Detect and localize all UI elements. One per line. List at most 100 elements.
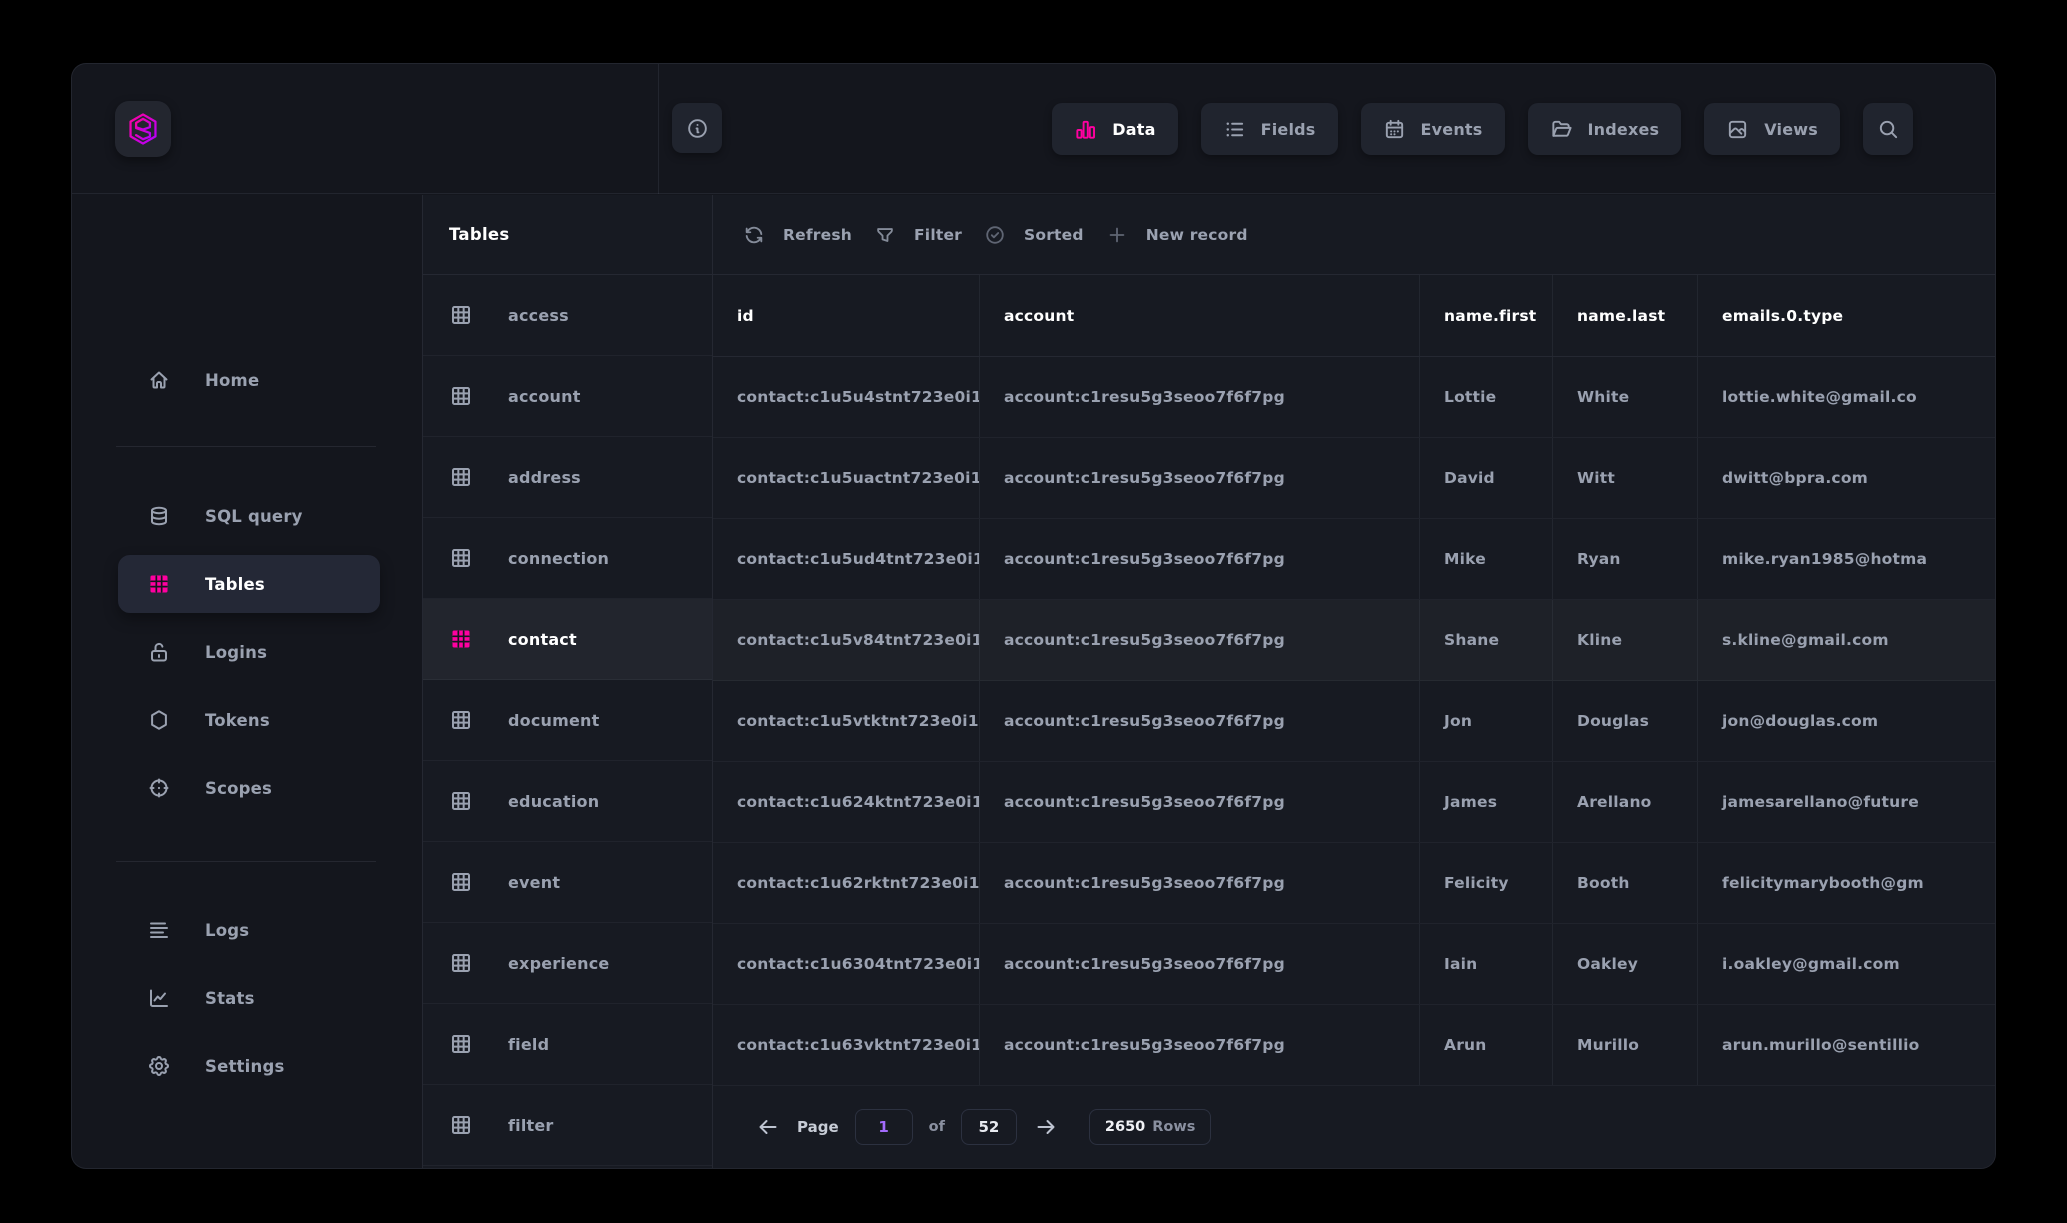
table-list-item-address[interactable]: address — [423, 437, 712, 518]
record-cell[interactable]: account:c1resu5g3seoo7f6f7pg — [980, 843, 1420, 923]
record-row[interactable]: contact:c1u5uactnt723e0i13lgaccount:c1re… — [713, 438, 1995, 519]
record-cell[interactable]: White — [1553, 357, 1698, 437]
search-button[interactable] — [1863, 103, 1913, 155]
record-cell[interactable]: Lottie — [1420, 357, 1553, 437]
table-list-item-access[interactable]: access — [423, 275, 712, 356]
grid-rows: contact:c1u5u4stnt723e0i13egaccount:c1re… — [713, 357, 1995, 1086]
record-cell[interactable]: contact:c1u62rktnt723e0i15gg — [713, 843, 980, 923]
tab-events[interactable]: Events — [1361, 103, 1505, 155]
record-row[interactable]: contact:c1u624ktnt723e0i157gaccount:c1re… — [713, 762, 1995, 843]
sidebar-item-tables[interactable]: Tables — [118, 555, 380, 613]
record-cell[interactable]: Douglas — [1553, 681, 1698, 761]
tab-fields[interactable]: Fields — [1201, 103, 1338, 155]
record-cell[interactable]: account:c1resu5g3seoo7f6f7pg — [980, 438, 1420, 518]
record-cell[interactable]: mike.ryan1985@hotma — [1698, 519, 1995, 599]
record-cell[interactable]: Jon — [1420, 681, 1553, 761]
record-cell[interactable]: contact:c1u5vtktnt723e0i14pg — [713, 681, 980, 761]
record-cell[interactable]: account:c1resu5g3seoo7f6f7pg — [980, 924, 1420, 1004]
column-header-emails.0.type: emails.0.type — [1698, 275, 1995, 356]
record-cell[interactable]: account:c1resu5g3seoo7f6f7pg — [980, 600, 1420, 680]
record-cell[interactable]: account:c1resu5g3seoo7f6f7pg — [980, 357, 1420, 437]
record-row[interactable]: contact:c1u5u4stnt723e0i13egaccount:c1re… — [713, 357, 1995, 438]
record-cell[interactable]: Ryan — [1553, 519, 1698, 599]
record-cell[interactable]: contact:c1u5ud4tnt723e0i1400 — [713, 519, 980, 599]
record-cell[interactable]: Arun — [1420, 1005, 1553, 1085]
row-count-label: Rows — [1152, 1119, 1195, 1135]
record-cell[interactable]: contact:c1u5u4stnt723e0i13eg — [713, 357, 980, 437]
table-list-item-account[interactable]: account — [423, 356, 712, 437]
sidebar-divider — [116, 861, 376, 862]
table-list-item-field[interactable]: field — [423, 1004, 712, 1085]
page-number-input[interactable]: 1 — [855, 1109, 913, 1145]
record-cell[interactable]: felicitymarybooth@gm — [1698, 843, 1995, 923]
record-cell[interactable]: Oakley — [1553, 924, 1698, 1004]
record-cell[interactable]: i.oakley@gmail.com — [1698, 924, 1995, 1004]
record-row[interactable]: contact:c1u5ud4tnt723e0i1400account:c1re… — [713, 519, 1995, 600]
record-cell[interactable]: contact:c1u624ktnt723e0i157g — [713, 762, 980, 842]
sidebar-item-logins[interactable]: Logins — [118, 623, 380, 681]
record-cell[interactable]: Mike — [1420, 519, 1553, 599]
table-name: address — [508, 468, 581, 487]
toolbar-filter-button[interactable]: Filter — [874, 224, 962, 246]
record-cell[interactable]: Booth — [1553, 843, 1698, 923]
record-cell[interactable]: s.kline@gmail.com — [1698, 600, 1995, 680]
record-row[interactable]: contact:c1u5v84tnt723e0i14bgaccount:c1re… — [713, 600, 1995, 681]
record-cell[interactable]: account:c1resu5g3seoo7f6f7pg — [980, 762, 1420, 842]
table-list-item-document[interactable]: document — [423, 680, 712, 761]
next-page-button[interactable] — [1033, 1114, 1059, 1140]
record-cell[interactable]: dwitt@bpra.com — [1698, 438, 1995, 518]
record-cell[interactable]: jamesarellano@future — [1698, 762, 1995, 842]
sidebar-item-settings[interactable]: Settings — [118, 1037, 380, 1095]
record-cell[interactable]: Shane — [1420, 600, 1553, 680]
table-list-item-education[interactable]: education — [423, 761, 712, 842]
record-cell[interactable]: Iain — [1420, 924, 1553, 1004]
record-row[interactable]: contact:c1u6304tnt723e0i15ogaccount:c1re… — [713, 924, 1995, 1005]
search-icon — [1877, 118, 1900, 141]
toolbar-refresh-button[interactable]: Refresh — [743, 224, 852, 246]
table-list-item-connection[interactable]: connection — [423, 518, 712, 599]
table-list-item-contact[interactable]: contact — [423, 599, 712, 680]
record-cell[interactable]: David — [1420, 438, 1553, 518]
record-cell[interactable]: Felicity — [1420, 843, 1553, 923]
app-logo[interactable] — [115, 101, 171, 157]
record-cell[interactable]: James — [1420, 762, 1553, 842]
record-cell[interactable]: Murillo — [1553, 1005, 1698, 1085]
target-icon — [147, 776, 171, 800]
record-row[interactable]: contact:c1u62rktnt723e0i15ggaccount:c1re… — [713, 843, 1995, 924]
sidebar-item-tokens[interactable]: Tokens — [118, 691, 380, 749]
record-cell[interactable]: contact:c1u5v84tnt723e0i14bg — [713, 600, 980, 680]
table-list-item-filter[interactable]: filter — [423, 1085, 712, 1166]
list-icon — [1223, 118, 1246, 141]
sidebar-item-home[interactable]: Home — [118, 351, 380, 409]
record-cell[interactable]: lottie.white@gmail.co — [1698, 357, 1995, 437]
record-cell[interactable]: jon@douglas.com — [1698, 681, 1995, 761]
table-list-item-event[interactable]: event — [423, 842, 712, 923]
record-cell[interactable]: account:c1resu5g3seoo7f6f7pg — [980, 681, 1420, 761]
tab-indexes[interactable]: Indexes — [1528, 103, 1682, 155]
record-cell[interactable]: contact:c1u6304tnt723e0i15og — [713, 924, 980, 1004]
record-cell[interactable]: Witt — [1553, 438, 1698, 518]
record-cell[interactable]: contact:c1u63vktnt723e0i1630 — [713, 1005, 980, 1085]
toolbar-new-record-button[interactable]: New record — [1106, 224, 1248, 246]
tab-data[interactable]: Data — [1052, 103, 1177, 155]
record-cell[interactable]: contact:c1u5uactnt723e0i13lg — [713, 438, 980, 518]
record-cell[interactable]: Arellano — [1553, 762, 1698, 842]
record-cell[interactable]: account:c1resu5g3seoo7f6f7pg — [980, 1005, 1420, 1085]
record-cell[interactable]: Kline — [1553, 600, 1698, 680]
record-cell[interactable]: arun.murillo@sentillio — [1698, 1005, 1995, 1085]
sidebar-item-logs[interactable]: Logs — [118, 901, 380, 959]
previous-page-button[interactable] — [755, 1114, 781, 1140]
sidebar-item-label: Logs — [205, 921, 249, 940]
sidebar-item-stats[interactable]: Stats — [118, 969, 380, 1027]
tab-views[interactable]: Views — [1704, 103, 1840, 155]
tab-label: Data — [1112, 120, 1155, 139]
record-cell[interactable]: account:c1resu5g3seoo7f6f7pg — [980, 519, 1420, 599]
info-button[interactable] — [672, 103, 722, 153]
table-list-item-experience[interactable]: experience — [423, 923, 712, 1004]
toolbar-sorted-button[interactable]: Sorted — [984, 224, 1084, 246]
record-row[interactable]: contact:c1u5vtktnt723e0i14pgaccount:c1re… — [713, 681, 1995, 762]
record-row[interactable]: contact:c1u63vktnt723e0i1630account:c1re… — [713, 1005, 1995, 1086]
logs-icon — [147, 918, 171, 942]
sidebar-item-sql-query[interactable]: SQL query — [118, 487, 380, 545]
sidebar-item-scopes[interactable]: Scopes — [118, 759, 380, 817]
